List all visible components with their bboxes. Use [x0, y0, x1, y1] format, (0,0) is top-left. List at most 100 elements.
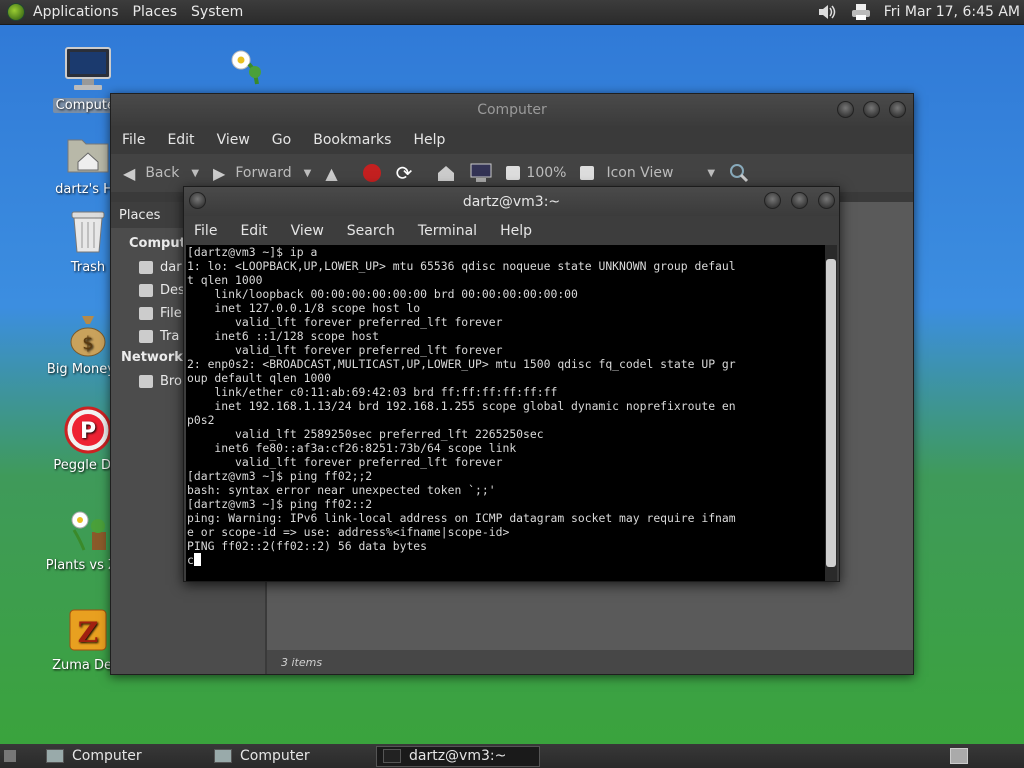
terminal-line: p0s2: [187, 413, 215, 427]
chevron-down-icon[interactable]: ▼: [304, 168, 312, 179]
terminal-line: inet 192.168.1.13/24 brd 192.168.1.255 s…: [187, 399, 736, 413]
distro-logo-icon[interactable]: [7, 3, 25, 21]
network-icon: [139, 375, 153, 388]
computer-icon: [64, 46, 112, 94]
terminal-line: t qlen 1000: [187, 273, 263, 287]
window-menu-button[interactable]: [189, 192, 206, 209]
svg-text:Z: Z: [78, 616, 98, 649]
chevron-down-icon[interactable]: ▼: [191, 168, 199, 179]
terminal-line: bash: syntax error near unexpected token…: [187, 483, 496, 497]
up-button[interactable]: ▲: [325, 164, 347, 183]
terminal-line: 2: enp0s2: <BROADCAST,MULTICAST,UP,LOWER…: [187, 357, 736, 371]
show-desktop-icon[interactable]: [4, 750, 16, 762]
terminal-line: 1: lo: <LOOPBACK,UP,LOWER_UP> mtu 65536 …: [187, 259, 736, 273]
menu-go[interactable]: Go: [272, 132, 291, 148]
close-button[interactable]: [818, 192, 835, 209]
terminal-output[interactable]: [dartz@vm3 ~]$ ip a 1: lo: <LOOPBACK,UP,L…: [186, 245, 827, 581]
terminal-line: valid_lft 2589250sec preferred_lft 22652…: [187, 427, 544, 441]
terminal-icon: [383, 749, 401, 763]
forward-arrow-icon: ▶: [213, 163, 226, 183]
svg-text:P: P: [80, 419, 96, 444]
flower-icon: [221, 44, 269, 92]
window-title: Computer: [477, 102, 547, 118]
scrollbar-thumb[interactable]: [826, 259, 836, 567]
file-manager-titlebar[interactable]: Computer: [111, 94, 913, 126]
zoom-out-icon: [506, 166, 521, 180]
terminal-line: link/ether c0:11:ab:69:42:03 brd ff:ff:f…: [187, 385, 558, 399]
computer-button[interactable]: [470, 163, 492, 183]
terminal-line: [dartz@vm3 ~]$ ping ff02;;2: [187, 469, 373, 483]
taskbar-item-terminal[interactable]: dartz@vm3:~: [376, 745, 540, 767]
forward-button[interactable]: ▶ Forward ▼: [213, 164, 311, 183]
bottom-taskbar: Computer Computer dartz@vm3:~: [0, 744, 1024, 768]
terminal-line: link/loopback 00:00:00:00:00:00 brd 00:0…: [187, 287, 578, 301]
stop-button[interactable]: [362, 163, 382, 183]
terminal-menubar: File Edit View Search Terminal Help: [184, 216, 839, 245]
workspace-switcher[interactable]: [950, 748, 968, 764]
panel-menu-applications[interactable]: Applications: [33, 4, 119, 20]
menu-view[interactable]: View: [291, 223, 324, 239]
terminal-titlebar[interactable]: dartz@vm3:~: [184, 187, 839, 216]
menu-edit[interactable]: Edit: [240, 223, 267, 239]
home-button[interactable]: [436, 164, 456, 182]
money-bag-icon: $: [64, 310, 112, 358]
menu-terminal[interactable]: Terminal: [418, 223, 477, 239]
zoom-in-button[interactable]: Icon View ▼: [580, 165, 715, 181]
computer-icon: [214, 749, 232, 763]
menu-file[interactable]: File: [194, 223, 217, 239]
printer-icon[interactable]: [850, 3, 872, 21]
drive-icon: [139, 307, 153, 320]
terminal-line: valid_lft forever preferred_lft forever: [187, 455, 503, 469]
menu-edit[interactable]: Edit: [167, 132, 194, 148]
terminal-title: dartz@vm3:~: [462, 193, 561, 210]
terminal-line: inet6 fe80::af3a:cf26:8251:73b/64 scope …: [187, 441, 517, 455]
panel-menu-places[interactable]: Places: [133, 4, 178, 20]
chevron-down-icon[interactable]: ▼: [707, 168, 715, 179]
menu-search[interactable]: Search: [347, 223, 395, 239]
menu-view[interactable]: View: [217, 132, 250, 148]
desktop-icon: [139, 284, 153, 297]
maximize-button[interactable]: [863, 101, 880, 118]
back-arrow-icon: ◀: [123, 163, 136, 183]
file-manager-menubar: File Edit View Go Bookmarks Help: [111, 126, 913, 154]
maximize-button[interactable]: [791, 192, 808, 209]
text-cursor: [193, 553, 201, 566]
terminal-window[interactable]: dartz@vm3:~ File Edit View Search Termin…: [183, 186, 840, 582]
trash-icon: [64, 208, 112, 256]
svg-text:$: $: [82, 333, 93, 354]
back-button[interactable]: ◀ Back ▼: [123, 164, 199, 183]
zoom-in-icon: [580, 166, 595, 180]
panel-menu-system[interactable]: System: [191, 4, 243, 20]
minimize-button[interactable]: [837, 101, 854, 118]
menu-help[interactable]: Help: [500, 223, 532, 239]
terminal-line: [dartz@vm3 ~]$ ping ff02::2: [187, 497, 373, 511]
terminal-line: valid_lft forever preferred_lft forever: [187, 343, 503, 357]
terminal-line: c: [187, 553, 827, 567]
menu-help[interactable]: Help: [413, 132, 445, 148]
terminal-line: oup default qlen 1000: [187, 371, 332, 385]
home-folder-icon: [64, 130, 112, 178]
terminal-scrollbar[interactable]: [825, 245, 837, 581]
terminal-line: [dartz@vm3 ~]$ ip a: [187, 245, 318, 259]
computer-icon: [46, 749, 64, 763]
folder-icon: [139, 261, 153, 274]
zuma-icon: Z: [64, 606, 112, 654]
panel-clock[interactable]: Fri Mar 17, 6:45 AM: [884, 4, 1020, 20]
terminal-line: e or scope-id => use: address%<ifname|sc…: [187, 525, 510, 539]
terminal-line: PING ff02::2(ff02::2) 56 data bytes: [187, 539, 428, 553]
desktop-icon-flower[interactable]: [193, 44, 297, 96]
reload-button[interactable]: ⟳: [396, 161, 423, 185]
terminal-line: valid_lft forever preferred_lft forever: [187, 315, 503, 329]
menu-bookmarks[interactable]: Bookmarks: [313, 132, 391, 148]
close-button[interactable]: [889, 101, 906, 118]
zoom-out-button[interactable]: 100%: [506, 165, 566, 181]
search-button[interactable]: [729, 163, 749, 183]
plants-icon: [64, 506, 112, 554]
taskbar-item-computer-1[interactable]: Computer: [40, 746, 204, 767]
taskbar-item-computer-2[interactable]: Computer: [208, 746, 372, 767]
minimize-button[interactable]: [764, 192, 781, 209]
volume-icon[interactable]: [816, 3, 838, 21]
menu-file[interactable]: File: [122, 132, 145, 148]
view-mode-select[interactable]: Icon View: [606, 165, 673, 181]
peggle-icon: P: [64, 406, 112, 454]
